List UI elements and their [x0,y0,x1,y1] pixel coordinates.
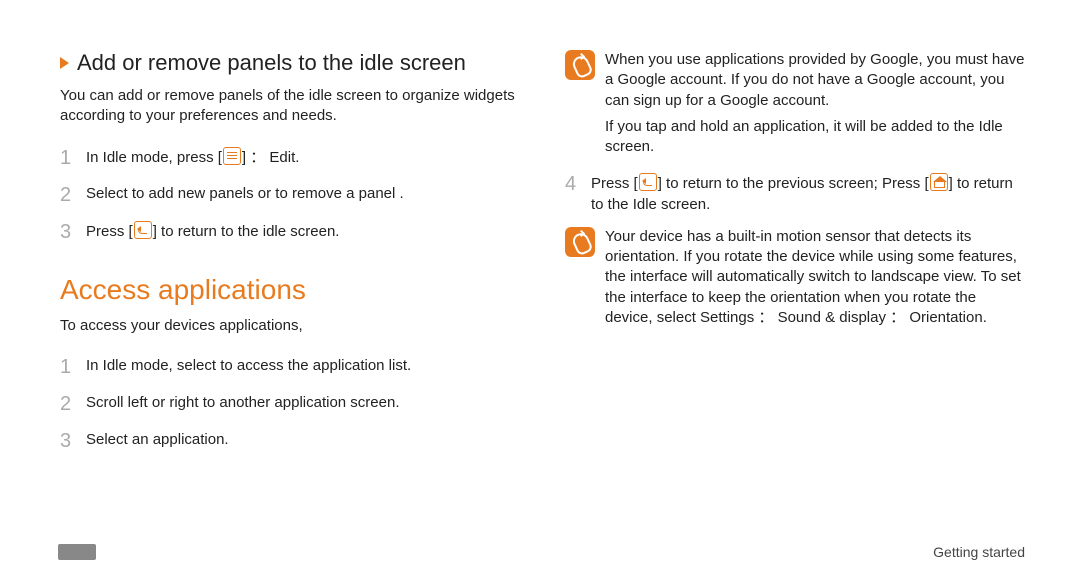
note-body: Your device has a built-in motion sensor… [605,227,1025,328]
steps-list-3: 4 Press [] to return to the previous scr… [565,171,1025,215]
note-block-2: Your device has a built-in motion sensor… [565,227,1025,328]
arrow-icon [60,57,69,69]
steps-list-1: 1 In Idle mode, press [] ： Edit. 2 Selec… [60,145,530,246]
step-number: 4 [565,171,579,215]
step-body: Scroll left or right to another applicat… [86,391,530,418]
step-body: In Idle mode, press [] ： Edit. [86,145,530,172]
step-1b: 1 In Idle mode, select to access the app… [60,354,530,381]
step-number: 2 [60,182,74,209]
right-column: When you use applications provided by Go… [565,50,1025,556]
step-body: Press [] to return to the idle screen. [86,219,530,246]
left-column: Add or remove panels to the idle screen … [60,50,530,556]
step-body: Select to add new panels or to remove a … [86,182,530,209]
step-1: 1 In Idle mode, press [] ： Edit. [60,145,530,172]
heading-text: Add or remove panels to the idle screen [77,50,466,76]
step-2: 2 Select to add new panels or to remove … [60,182,530,209]
step-2b: 2 Scroll left or right to another applic… [60,391,530,418]
section-heading-2: Access applications [60,274,530,306]
step-body: Select an application. [86,428,530,455]
step-body: In Idle mode, select to access the appli… [86,354,530,381]
menu-icon [223,147,241,165]
note-body: When you use applications provided by Go… [605,50,1025,157]
note-icon [565,50,595,80]
steps-list-2: 1 In Idle mode, select to access the app… [60,354,530,455]
section-heading: Add or remove panels to the idle screen [60,50,530,76]
page-tab [58,544,96,560]
back-icon [639,173,657,191]
heading-subtext: You can add or remove panels of the idle… [60,86,530,127]
step-3: 3 Press [] to return to the idle screen. [60,219,530,246]
step-3b: 3 Select an application. [60,428,530,455]
heading2-subtext: To access your devices applications, [60,316,530,336]
back-icon [134,221,152,239]
step-number: 3 [60,219,74,246]
note-icon [565,227,595,257]
step-body: Press [] to return to the previous scree… [591,171,1025,215]
step-number: 3 [60,428,74,455]
step-number: 2 [60,391,74,418]
manual-page: Add or remove panels to the idle screen … [0,0,1080,586]
home-icon [930,173,948,191]
footer-label: Getting started [933,544,1025,560]
note-block-1: When you use applications provided by Go… [565,50,1025,157]
step-number: 1 [60,354,74,381]
step-number: 1 [60,145,74,172]
step-4: 4 Press [] to return to the previous scr… [565,171,1025,215]
